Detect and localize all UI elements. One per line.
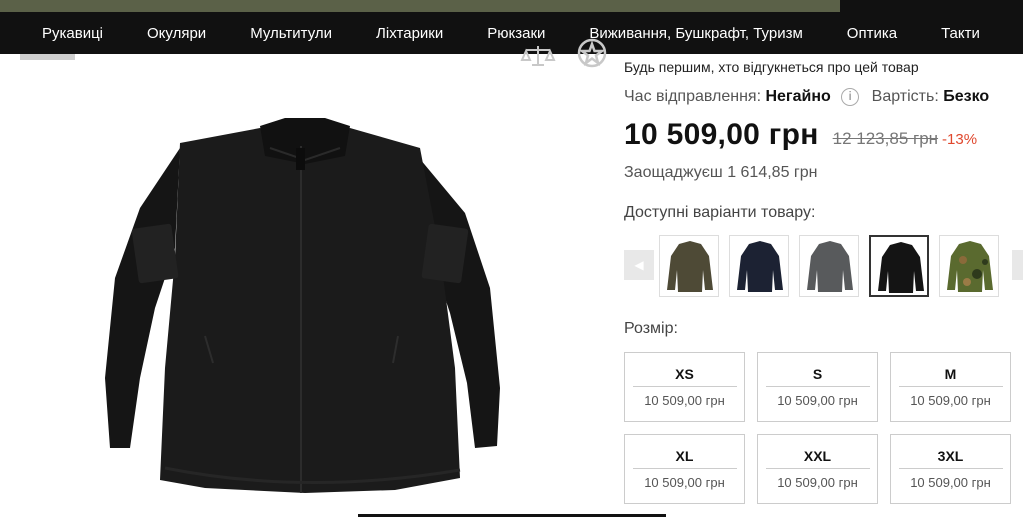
size-option-m[interactable]: M 10 509,00 грн bbox=[890, 352, 1011, 422]
variant-thumb-grey[interactable] bbox=[799, 235, 859, 297]
variant-jacket-shape bbox=[667, 241, 713, 292]
price-row: 10 509,00 грн 12 123,85 грн -13% bbox=[624, 118, 977, 152]
size-option-xl[interactable]: XL 10 509,00 грн bbox=[624, 434, 745, 504]
size-divider bbox=[765, 468, 870, 469]
size-price: 10 509,00 грн bbox=[644, 393, 725, 408]
gallery-tab-indicator bbox=[20, 54, 75, 60]
nav-item-backpacks[interactable]: Рюкзаки bbox=[487, 25, 545, 42]
variant-thumb-black[interactable] bbox=[869, 235, 929, 297]
size-price: 10 509,00 грн bbox=[910, 393, 991, 408]
shipping-line: Час відправлення: Негайно i Вартість: Бе… bbox=[624, 88, 989, 106]
size-option-xxl[interactable]: XXL 10 509,00 грн bbox=[757, 434, 878, 504]
variant-thumb-camo[interactable] bbox=[939, 235, 999, 297]
cost-label: Вартість: bbox=[871, 88, 939, 105]
size-option-xs[interactable]: XS 10 509,00 грн bbox=[624, 352, 745, 422]
variant-jacket-shape bbox=[878, 242, 924, 293]
variants-prev-button[interactable]: ◀ bbox=[624, 250, 654, 280]
review-prompt-link[interactable]: Будь першим, хто відгукнеться про цей то… bbox=[624, 59, 919, 75]
size-divider bbox=[765, 386, 870, 387]
size-label: Розмір: bbox=[624, 320, 678, 337]
scale-icon[interactable] bbox=[520, 42, 556, 68]
variant-thumb-navy[interactable] bbox=[729, 235, 789, 297]
size-option-s[interactable]: S 10 509,00 грн bbox=[757, 352, 878, 422]
product-actions bbox=[520, 38, 610, 68]
size-name: XL bbox=[675, 448, 694, 464]
nav-item-flashlights[interactable]: Ліхтарики bbox=[376, 25, 443, 42]
size-name: M bbox=[944, 366, 957, 382]
saving-text: Заощаджуєш 1 614,85 грн bbox=[624, 164, 818, 181]
current-price: 10 509,00 грн bbox=[624, 118, 819, 151]
size-divider bbox=[898, 468, 1003, 469]
size-name: XXL bbox=[803, 448, 832, 464]
old-price: 12 123,85 грн bbox=[832, 129, 939, 148]
variant-thumb-olive[interactable] bbox=[659, 235, 719, 297]
shipping-label: Час відправлення: bbox=[624, 88, 762, 105]
product-image[interactable] bbox=[95, 118, 515, 498]
chevron-left-icon: ◀ bbox=[634, 258, 644, 272]
nav-item-gloves[interactable]: Рукавиці bbox=[42, 25, 103, 42]
nav-item-multitools[interactable]: Мультитули bbox=[250, 25, 332, 42]
nav-item-glasses[interactable]: Окуляри bbox=[147, 25, 206, 42]
size-divider bbox=[632, 468, 737, 469]
size-divider bbox=[898, 386, 1003, 387]
discount-badge: -13% bbox=[942, 131, 978, 148]
info-icon[interactable]: i bbox=[841, 88, 860, 106]
variant-jacket-shape bbox=[737, 241, 783, 292]
size-option-3xl[interactable]: 3XL 10 509,00 грн bbox=[890, 434, 1011, 504]
size-name: 3XL bbox=[937, 448, 964, 464]
variant-jacket-shape bbox=[807, 241, 853, 292]
variants-label: Доступні варіанти товару: bbox=[624, 204, 816, 221]
shipping-value: Негайно bbox=[765, 88, 831, 105]
compare-icon[interactable] bbox=[575, 38, 609, 68]
size-price: 10 509,00 грн bbox=[644, 475, 725, 490]
size-divider bbox=[632, 386, 737, 387]
size-price: 10 509,00 грн bbox=[777, 393, 858, 408]
size-price: 10 509,00 грн bbox=[777, 475, 858, 490]
variants-next-button[interactable] bbox=[1012, 250, 1023, 280]
product-info: Будь першим, хто відгукнеться про цей то… bbox=[624, 0, 1023, 517]
size-name: S bbox=[812, 366, 823, 382]
cost-value: Безко bbox=[943, 88, 990, 105]
size-name: XS bbox=[675, 366, 694, 382]
size-price: 10 509,00 грн bbox=[910, 475, 991, 490]
